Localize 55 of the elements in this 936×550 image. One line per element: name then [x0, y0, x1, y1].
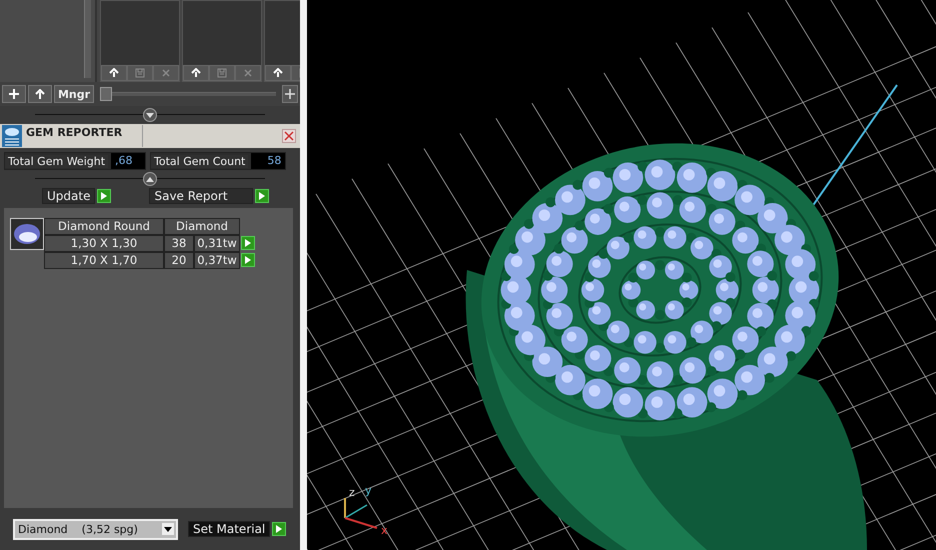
plus-icon	[285, 89, 295, 99]
row-run-button[interactable]	[241, 236, 255, 250]
manager-button[interactable]: Mngr	[54, 85, 94, 103]
slider-thumb[interactable]	[100, 87, 112, 101]
close-icon	[243, 68, 253, 78]
collapse-toggle[interactable]	[143, 108, 157, 122]
caret-up-icon	[146, 176, 154, 182]
material-density: (3,52 spg)	[82, 522, 138, 536]
play-icon	[259, 192, 266, 200]
total-label: Total Gem Count	[151, 154, 248, 168]
plus-icon	[9, 89, 19, 99]
collapse-toggle[interactable]	[143, 172, 157, 186]
scrollbar[interactable]	[84, 0, 91, 78]
table-cell: 20	[164, 252, 194, 269]
table-cell: 1,30 X 1,30	[44, 235, 164, 252]
action-button[interactable]: Update	[42, 188, 96, 204]
material-dropdown[interactable]: Diamond (3,52 spg)	[13, 518, 178, 540]
gem-report-icon	[2, 125, 22, 147]
run-button[interactable]	[97, 189, 112, 203]
add-button[interactable]	[2, 85, 26, 103]
up-button[interactable]	[28, 85, 52, 103]
play-icon	[245, 239, 251, 247]
table-cell: 38	[164, 235, 194, 252]
caret-down-icon	[146, 112, 154, 118]
close-button[interactable]	[282, 129, 296, 143]
up-arrow-icon	[191, 68, 201, 78]
material-name: Diamond	[18, 522, 68, 536]
close-icon	[284, 131, 294, 141]
action-button[interactable]: Set Material	[188, 521, 270, 537]
play-icon	[245, 256, 251, 264]
up-arrow-icon	[35, 89, 45, 99]
oval-gem-icon	[13, 223, 41, 245]
add-button[interactable]	[282, 85, 298, 103]
play-icon	[101, 192, 108, 200]
save-icon	[217, 68, 227, 78]
run-button[interactable]	[272, 522, 286, 536]
table-header: Diamond	[164, 218, 240, 235]
up-arrow-icon	[273, 68, 283, 78]
total-value: 58	[251, 153, 286, 169]
up-arrow-icon	[109, 68, 119, 78]
table-cell: 0,31tw	[194, 235, 240, 252]
play-icon	[276, 525, 282, 533]
close-icon	[161, 68, 171, 78]
panel-title: GEM REPORTER	[26, 125, 124, 139]
table-cell: 0,37tw	[194, 252, 240, 269]
save-icon	[135, 68, 145, 78]
axis-gizmo	[344, 498, 378, 529]
total-label: Total Gem Weight	[5, 154, 108, 168]
run-button[interactable]	[255, 189, 270, 203]
axis-label: x	[381, 524, 388, 537]
row-run-button[interactable]	[241, 253, 255, 267]
action-button[interactable]: Save Report	[149, 188, 254, 204]
table-header: Diamond Round	[44, 218, 164, 235]
total-value: ,68	[111, 153, 146, 169]
table-cell: 1,70 X 1,70	[44, 252, 164, 269]
